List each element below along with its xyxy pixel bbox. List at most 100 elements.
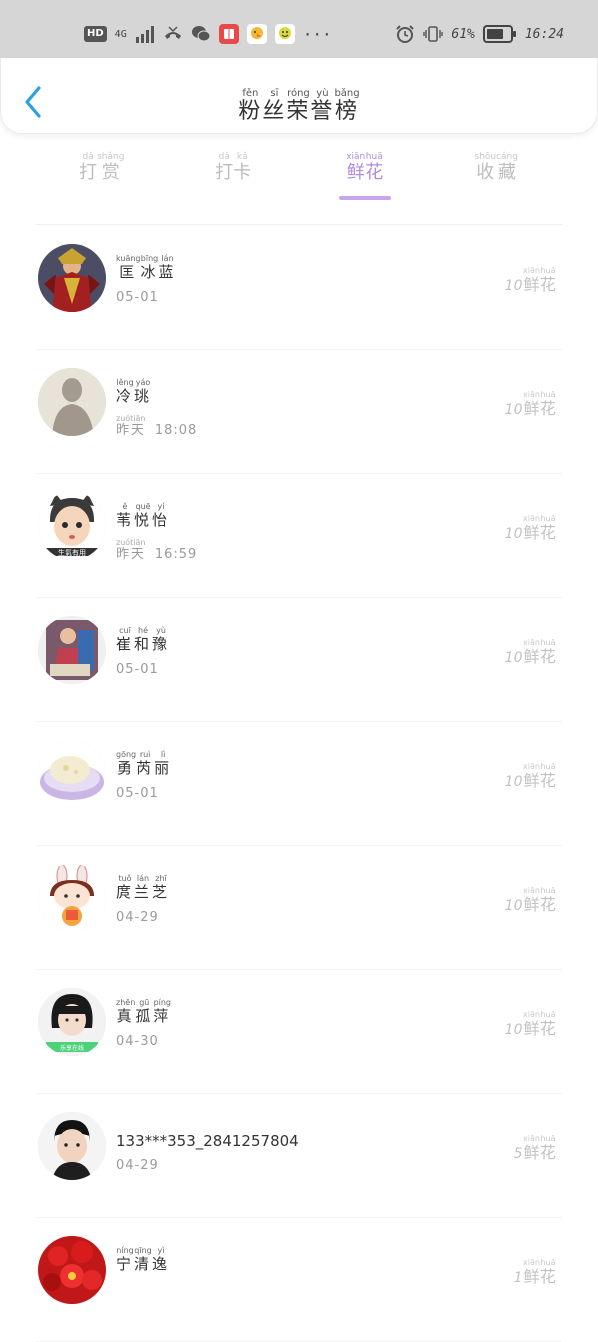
wechat-icon (191, 26, 211, 42)
fan-name-char: 怡yí (152, 502, 171, 529)
fan-name-pinyin: zhēn (116, 998, 136, 1007)
tab-flowers[interactable]: 鲜xiān花huā (299, 150, 431, 220)
flower-count-number: 10 (504, 650, 523, 666)
hd-badge: HD (84, 26, 107, 42)
tab-label-char: 赏shǎng (97, 152, 125, 183)
network-type: 4G (114, 28, 127, 40)
flower-count: 10鲜xiān花huā (505, 638, 556, 667)
fan-time: 05-01 (116, 290, 159, 305)
fan-time: 昨zuó天tiān 18:08 (116, 414, 197, 438)
flower-count-number: 10 (504, 278, 523, 294)
fan-name-pinyin: ě (116, 502, 135, 511)
fan-name-char: 芝zhī (152, 874, 171, 901)
warrior-avatar[interactable] (38, 244, 106, 312)
flower-unit-pinyin: xiān (523, 762, 540, 771)
fan-name-char: 萍píng (153, 998, 172, 1025)
active-tab-indicator (338, 196, 391, 200)
title-pinyin: róng (286, 88, 311, 99)
title-pinyin: bǎng (334, 88, 360, 99)
fan-name-char: 冷lěng (116, 378, 135, 405)
fan-name-pinyin: yù (152, 626, 171, 635)
fan-name-pinyin: lěng (116, 378, 135, 387)
title-pinyin: fěn (238, 88, 263, 99)
flower-unit-pinyin: huā (539, 1010, 556, 1019)
fan-name-pinyin: gū (135, 998, 154, 1007)
bunny-avatar[interactable] (38, 864, 106, 932)
flower-unit-pinyin: xiān (523, 266, 540, 275)
flower-unit-char: 鲜xiān (523, 1258, 540, 1286)
tab-label-char: 收shōu (474, 152, 497, 183)
tab-label: 打dǎ赏shǎng (79, 152, 125, 183)
flower-unit-pinyin: xiān (523, 1258, 540, 1267)
tab-label: 鲜xiān花huā (346, 152, 384, 183)
food-avatar[interactable] (38, 740, 106, 808)
flower-count-number: 5 (513, 1146, 523, 1162)
fan-time: 05-01 (116, 662, 159, 677)
fan-name-char: 兰lán (134, 874, 153, 901)
fan-name-pinyin: quē (134, 502, 153, 511)
fan-row[interactable]: 勇gōng芮ruì丽lì 05-01 10鲜xiān花huā (0, 722, 598, 846)
header-bar: 粉fěn丝sī荣róng誉yù榜bǎng (0, 58, 598, 134)
flower-count: 10鲜xiān花huā (505, 514, 556, 543)
flower-unit-char: 花huā (539, 514, 556, 542)
flower-unit-char: 花huā (539, 390, 556, 418)
fan-name-char: 逸yì (152, 1246, 171, 1273)
tab-checkin[interactable]: 打dǎ卡kǎ (168, 150, 300, 220)
fan-time: 04-29 (116, 910, 159, 925)
fan-name-char: 真zhēn (116, 998, 136, 1025)
status-left: HD 4G ··· (84, 24, 332, 44)
status-bar: HD 4G ··· 61% 16:24 (0, 0, 598, 66)
tab-favorites[interactable]: 收shōu藏cáng (431, 150, 563, 220)
fan-row[interactable]: 庹tuǒ兰lán芝zhī 04-29 10鲜xiān花huā (0, 846, 598, 970)
fan-name-char: 珧yáo (134, 378, 153, 405)
flower-unit-pinyin: huā (539, 638, 556, 647)
tab-label-pinyin: xiān (346, 152, 366, 162)
tab-divider (36, 224, 562, 225)
photo-avatar[interactable] (38, 616, 106, 684)
svg-text:乐享在线: 乐享在线 (60, 1044, 84, 1052)
fan-name-char: 冰bīng (140, 254, 159, 281)
title-pinyin: sī (262, 88, 287, 99)
flower-avatar[interactable] (38, 1236, 106, 1304)
flower-unit-char: 鲜xiān (523, 390, 540, 418)
fan-row[interactable]: 宁níng清qīng逸yì 1鲜xiān花huā (0, 1218, 598, 1342)
title-pinyin: yù (310, 88, 335, 99)
page-title: 粉fěn丝sī荣róng誉yù榜bǎng (1, 88, 597, 125)
boy-avatar[interactable] (38, 1112, 106, 1180)
flower-unit-pinyin: xiān (523, 390, 540, 399)
more-notifications-icon: ··· (302, 24, 332, 44)
fan-name-char: 勇gōng (116, 750, 137, 777)
shadow-avatar[interactable] (38, 368, 106, 436)
tab-reward[interactable]: 打dǎ赏shǎng (36, 150, 168, 220)
fan-name-pinyin: kuāng (116, 254, 141, 263)
fan-time-pinyin: tiān (130, 538, 146, 547)
fan-row[interactable]: 133***353_2841257804 04-29 5鲜xiān花huā (0, 1094, 598, 1218)
flower-unit-pinyin: xiān (523, 886, 540, 895)
flower-unit-char: 花huā (539, 266, 556, 294)
flower-unit-pinyin: huā (539, 762, 556, 771)
flower-unit-char: 花huā (539, 1134, 556, 1162)
flower-unit-char: 鲜xiān (523, 1010, 540, 1038)
flower-count: 10鲜xiān花huā (505, 886, 556, 915)
flower-unit-pinyin: huā (539, 514, 556, 523)
status-right: 61% 16:24 (395, 24, 564, 44)
flower-unit-pinyin: xiān (523, 514, 540, 523)
fan-name-pinyin: hé (134, 626, 153, 635)
flower-count-number: 10 (504, 526, 523, 542)
fan-row[interactable]: 生氣有用 苇ě悦quē怡yí 昨zuó天tiān 16:59 10鲜xiān花huā (0, 474, 598, 598)
fan-row[interactable]: 崔cuī和hé豫yù 05-01 10鲜xiān花huā (0, 598, 598, 722)
fan-row[interactable]: 匡kuāng冰bīng蓝lán 05-01 10鲜xiān花huā (0, 226, 598, 350)
fan-row[interactable]: 乐享在线 真zhēn孤gū萍píng 04-30 10鲜xiān花huā (0, 970, 598, 1094)
flower-count-number: 10 (504, 1022, 523, 1038)
fan-name-pinyin: gōng (116, 750, 137, 759)
fan-name: 勇gōng芮ruì丽lì (116, 750, 172, 778)
flower-unit-char: 鲜xiān (523, 762, 540, 790)
fan-row[interactable]: 冷lěng珧yáo 昨zuó天tiān18:08 10鲜xiān花huā (0, 350, 598, 474)
cat-girl-avatar[interactable]: 生氣有用 (38, 492, 106, 560)
fan-name: 真zhēn孤gū萍píng (116, 998, 171, 1026)
title-char: 榜bǎng (334, 88, 360, 124)
fan-name-pinyin: níng (116, 1246, 135, 1255)
tab-label-char: 花huā (365, 152, 384, 183)
signal-icon (135, 26, 154, 43)
girl-avatar[interactable]: 乐享在线 (38, 988, 106, 1056)
